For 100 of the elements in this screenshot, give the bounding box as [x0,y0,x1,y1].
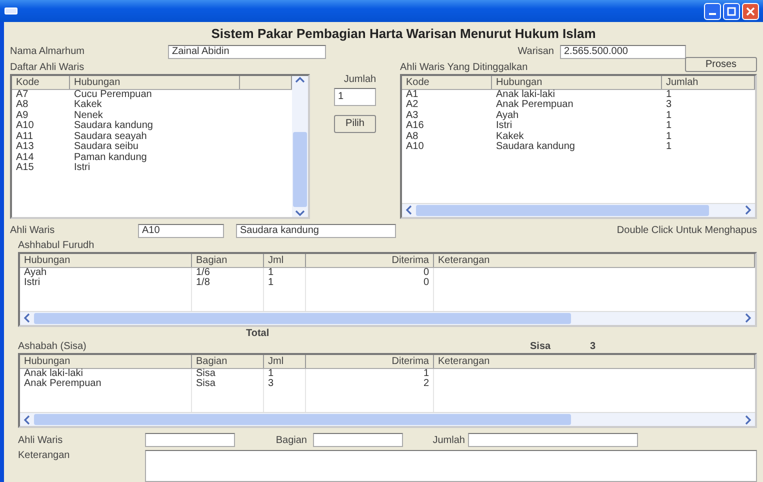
horizontal-scrollbar[interactable] [20,310,755,325]
field-label: Ahli Waris [10,225,56,236]
column-header[interactable]: Hubungan [70,76,240,89]
share-field[interactable] [313,433,403,448]
list-cell[interactable]: A14 [12,152,70,164]
list-cell[interactable]: A3 [402,110,492,122]
heir-list[interactable]: Kode Hubungan A7 Cucu Perempuan A8 Kakek A9 Nenek A10 Saudara kandung A11 Saudara seayah A13 Saudara seibu A14 Paman kandung A15 Istri [10,74,310,219]
table-cell: Istri [20,278,192,289]
horizontal-scrollbar[interactable] [20,412,755,426]
list-cell[interactable]: Kakek [492,132,662,142]
column-header[interactable]: Kode [402,76,492,89]
list-cell[interactable]: 1 [662,110,755,122]
list-cell[interactable]: Cucu Perempuan [70,90,240,100]
code-field[interactable]: A10 [138,224,224,238]
amount-field[interactable] [468,433,638,448]
column-header[interactable]: Hubungan [20,354,192,368]
maximize-icon [727,6,736,16]
list-cell[interactable]: 1 [662,142,755,153]
minimize-icon [709,13,716,15]
table-cell: 0 [306,278,434,289]
table-cell: 2 [306,379,434,390]
section-label: Daftar Ahli Waris [10,62,86,74]
app-heading: Sistem Pakar Pembagian Harta Warisan Menurut Hukum Islam [210,26,597,41]
list-cell[interactable]: 3 [662,100,755,111]
app-icon [4,6,18,16]
close-button[interactable] [742,2,759,20]
remainder-label: Sisa [530,341,552,352]
list-cell[interactable]: Istri [492,121,662,132]
column-header[interactable]: Keterangan [434,354,755,368]
list-cell[interactable]: Saudara seibu [70,142,240,153]
list-cell[interactable]: 1 [662,90,755,100]
list-cell[interactable]: Saudara kandung [492,142,662,153]
table-cell: 1 [264,278,306,289]
list-cell[interactable]: Nenek [70,110,240,122]
field-label: Jumlah [344,74,376,85]
process-button[interactable]: Proses [685,57,757,72]
list-cell[interactable]: Paman kandung [70,152,240,164]
list-cell[interactable]: A8 [12,100,70,111]
table-cell: Sisa [192,368,264,380]
table-cell: Anak Perempuan [20,379,192,390]
minimize-button[interactable] [704,2,721,20]
column-header[interactable]: Kode [12,76,70,89]
list-cell[interactable]: A10 [402,142,492,153]
list-cell[interactable]: A2 [402,100,492,111]
list-cell[interactable]: A15 [12,163,70,174]
section-label: Ashhabul Furudh [18,240,96,252]
notes-field[interactable] [145,450,757,482]
remainder-value: 3 [590,341,596,352]
table-cell: 3 [264,379,306,390]
horizontal-scrollbar[interactable] [402,202,755,217]
table-cell: Sisa [192,379,264,390]
list-cell[interactable]: A8 [402,132,492,142]
field-label: Ahli Waris [18,434,64,446]
inheritance-field[interactable]: 2.565.500.000 [560,44,686,59]
column-header[interactable]: Diterima [306,254,434,267]
pick-button[interactable]: Pilih [334,114,376,133]
hint-text: Double Click Untuk Menghapus [616,225,757,236]
list-cell[interactable]: Saudara kandung [70,121,240,132]
table-cell: 0 [306,268,434,278]
heir-field[interactable] [145,433,235,448]
list-cell[interactable]: 1 [662,132,755,142]
list-cell[interactable]: A9 [12,110,70,122]
list-cell[interactable]: Ayah [492,110,662,122]
table-cell: 1 [264,268,306,278]
column-header[interactable]: Bagian [192,354,264,368]
column-header[interactable]: Hubungan [492,76,662,89]
vertical-scrollbar[interactable] [292,76,308,217]
column-header[interactable]: Bagian [192,254,264,267]
column-header[interactable]: Jumlah [662,76,755,89]
column-header[interactable]: Jml [264,354,306,368]
list-cell[interactable]: Kakek [70,100,240,111]
table-cell: 1/8 [192,278,264,289]
field-label: Warisan [516,46,555,58]
section-label: Ashabah (Sisa) [18,341,88,352]
column-header[interactable]: Hubungan [20,254,192,267]
name-field[interactable]: Zainal Abidin [168,44,326,59]
list-cell[interactable]: Anak Perempuan [492,100,662,111]
list-cell[interactable]: Saudara seayah [70,132,240,142]
column-header[interactable]: Jml [264,254,306,267]
maximize-button[interactable] [723,2,740,20]
list-cell[interactable]: A10 [12,121,70,132]
list-cell[interactable]: A1 [402,90,492,100]
table-cell: Anak laki-laki [20,368,192,380]
list-cell[interactable]: Istri [70,163,240,174]
list-cell[interactable]: Anak laki-laki [492,90,662,100]
section-label: Ahli Waris Yang Ditinggalkan [400,62,528,74]
count-field[interactable]: 1 [334,88,376,106]
list-cell[interactable]: A16 [402,121,492,132]
column-header[interactable]: Keterangan [434,254,755,267]
list-cell[interactable]: 1 [662,121,755,132]
column-header[interactable]: Diterima [306,354,434,368]
table-cell: Ayah [20,268,192,278]
list-cell[interactable]: A7 [12,90,70,100]
list-cell[interactable]: A13 [12,142,70,153]
table-cell: 1/6 [192,268,264,278]
relation-field[interactable]: Saudara kandung [236,224,396,238]
close-icon [746,6,755,16]
field-label: Jumlah [432,434,466,446]
list-cell[interactable]: A11 [12,132,70,142]
selected-heir-list[interactable]: Kode Hubungan Jumlah A1 Anak laki-laki 1 A2 Anak Perempuan 3 A3 Ayah 1 A16 Istri 1 A8 Kakek 1 A10 Saudara kandung 1 [400,74,757,219]
